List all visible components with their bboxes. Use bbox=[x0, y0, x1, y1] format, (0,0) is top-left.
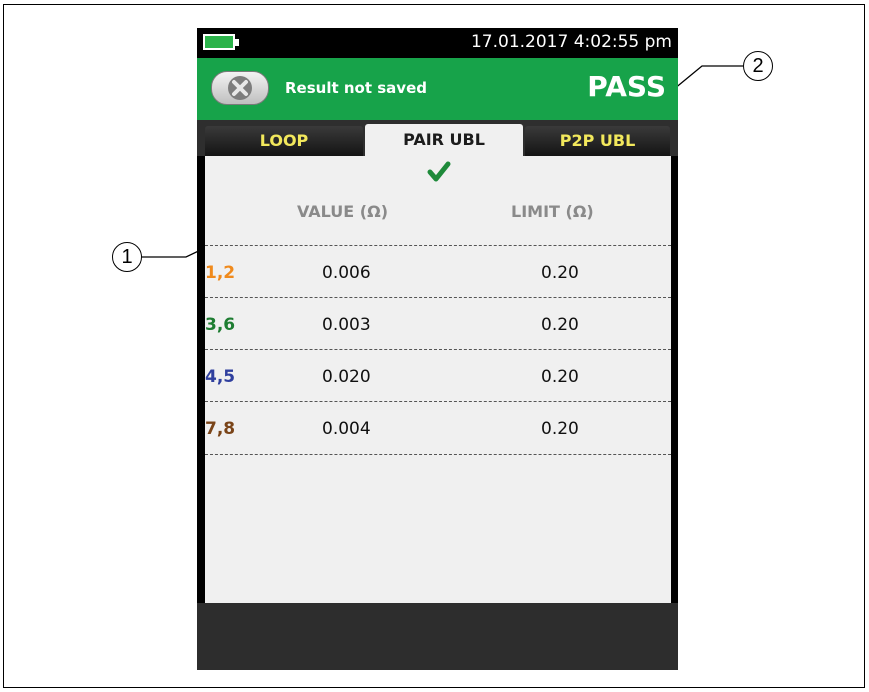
value-cell: 0.004 bbox=[322, 419, 371, 439]
checkmark-icon bbox=[427, 161, 451, 182]
callout-2: 2 bbox=[743, 51, 773, 81]
bottom-button-bar bbox=[197, 603, 678, 670]
limit-cell: 0.20 bbox=[541, 263, 579, 283]
pair-label: 3,6 bbox=[205, 315, 236, 335]
limit-cell: 0.20 bbox=[541, 367, 579, 387]
limit-column-header: LIMIT (Ω) bbox=[511, 202, 594, 221]
value-column-header: VALUE (Ω) bbox=[297, 202, 389, 221]
pair-label: 4,5 bbox=[205, 367, 236, 387]
tester-screen: 17.01.2017 4:02:55 pm Result not saved P… bbox=[197, 28, 678, 670]
table-row[interactable]: 3,6 0.003 0.20 bbox=[205, 297, 671, 350]
value-cell: 0.020 bbox=[322, 367, 371, 387]
result-status: PASS bbox=[587, 70, 666, 103]
table-row[interactable]: 1,2 0.006 0.20 bbox=[205, 245, 671, 298]
table-row[interactable]: 4,5 0.020 0.20 bbox=[205, 349, 671, 402]
result-message: Result not saved bbox=[285, 79, 427, 97]
limit-cell: 0.20 bbox=[541, 419, 579, 439]
callout-1: 1 bbox=[112, 242, 142, 272]
table-row[interactable]: 7,8 0.004 0.20 bbox=[205, 401, 671, 455]
tab-loop[interactable]: LOOP bbox=[205, 126, 363, 156]
close-x-button[interactable] bbox=[211, 71, 269, 105]
pair-label: 7,8 bbox=[205, 419, 236, 439]
battery-tip bbox=[235, 39, 239, 46]
tab-bar: LOOP PAIR UBL P2P UBL bbox=[197, 120, 678, 156]
value-cell: 0.006 bbox=[322, 263, 371, 283]
limit-cell: 0.20 bbox=[541, 315, 579, 335]
result-bar: Result not saved PASS bbox=[197, 58, 678, 120]
datetime: 17.01.2017 4:02:55 pm bbox=[470, 32, 672, 52]
pair-label: 1,2 bbox=[205, 263, 236, 283]
battery-icon bbox=[203, 34, 235, 50]
results-panel: VALUE (Ω) LIMIT (Ω) 1,2 0.006 0.20 3,6 0… bbox=[205, 156, 671, 603]
value-cell: 0.003 bbox=[322, 315, 371, 335]
tab-pair-ubl[interactable]: PAIR UBL bbox=[365, 124, 523, 156]
status-bar: 17.01.2017 4:02:55 pm bbox=[197, 28, 678, 58]
close-x-icon bbox=[228, 76, 252, 100]
tab-p2p-ubl[interactable]: P2P UBL bbox=[525, 126, 670, 156]
